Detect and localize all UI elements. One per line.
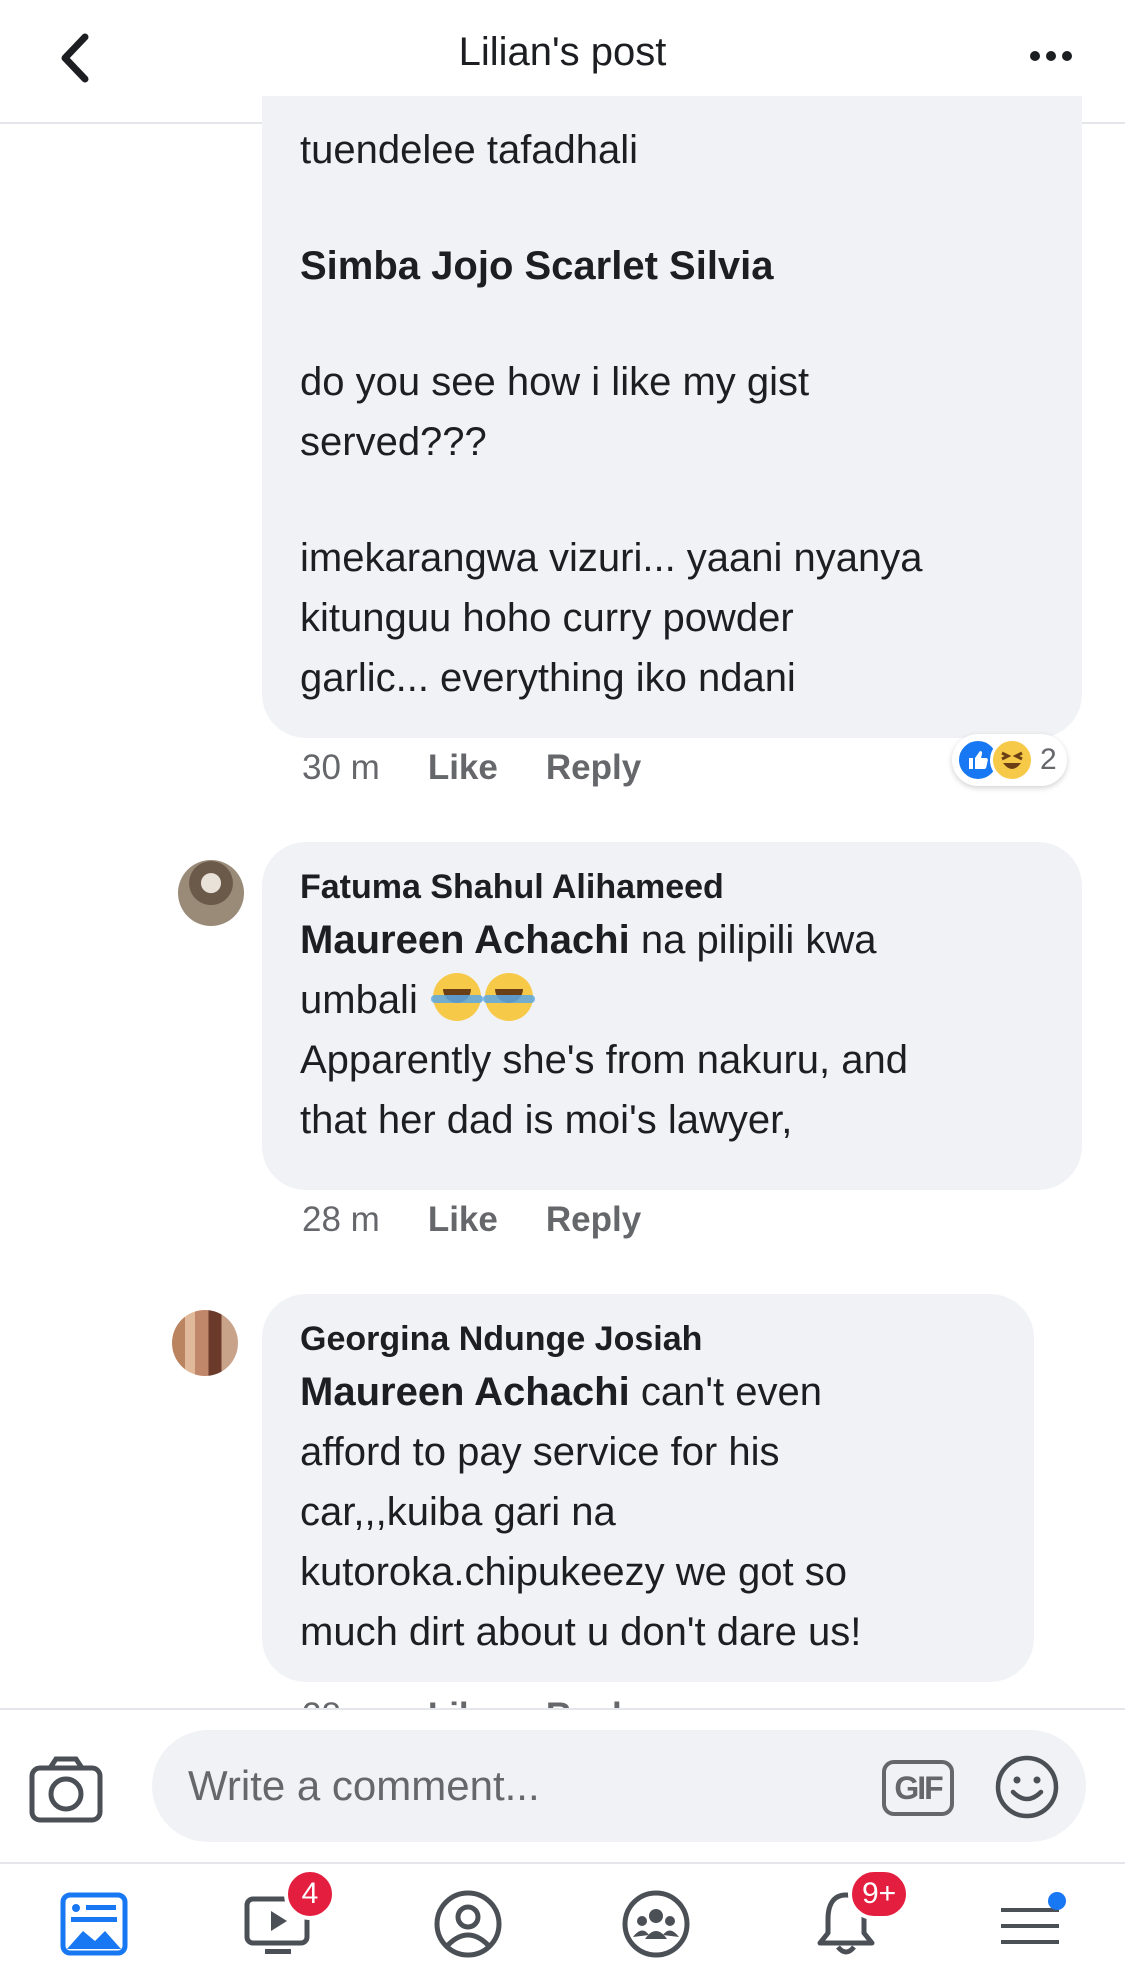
reply-button[interactable]: Reply [546,748,641,788]
more-dot [1046,51,1056,61]
reaction-count: 2 [1040,743,1057,776]
comment-text: Maureen Achachi can't even [300,1370,822,1414]
comment-bubble[interactable]: tuendelee tafadhali Simba Jojo Scarlet S… [262,96,1082,738]
comment-text: kitunguu hoho curry powder [300,596,794,640]
groups-icon [622,1890,690,1958]
comment-text: kutoroka.chipukeezy we got so [300,1550,847,1594]
comment-text: do you see how i like my gist [300,360,810,404]
nav-profile[interactable] [428,1884,508,1964]
nav-groups[interactable] [616,1884,696,1964]
more-dot [1062,51,1072,61]
like-button[interactable]: Like [428,748,498,788]
laughing-tears-emoji-icon [482,973,535,1021]
avatar[interactable] [178,860,244,926]
comment-text: car,,,kuiba gari na [300,1490,616,1534]
nav-news-feed[interactable] [54,1884,134,1964]
comment-composer: GIF [0,1708,1125,1860]
emoji-button[interactable] [994,1754,1060,1820]
comment-author[interactable]: Fatuma Shahul Alihameed [300,864,1044,910]
comment-time: 30 m [302,748,380,787]
camera-icon [29,1756,103,1823]
reactions-summary[interactable]: 2 [952,734,1067,786]
comment-text: Maureen Achachi na pilipili kwa [300,918,877,962]
comment-text: that her dad is moi's lawyer, [300,1098,793,1142]
laughing-tears-emoji-icon [430,973,483,1021]
more-options-button[interactable] [1021,36,1081,76]
bottom-nav: 4 9+ [0,1862,1125,1981]
comment-text: served??? [300,420,487,464]
comment-text: much dirt about u don't dare us! [300,1610,862,1654]
comment-time: 28 m [302,1200,380,1239]
comment-text: afford to pay service for his [300,1430,780,1474]
comment-text: Apparently she's from nakuru, and [300,1038,908,1082]
mention-link[interactable]: Maureen Achachi [300,918,630,962]
reply-button[interactable]: Reply [546,1200,641,1240]
comment-text: tuendelee tafadhali [300,128,639,172]
page-title: Lilian's post [458,30,667,74]
comment-text: Simba Jojo Scarlet Silvia [300,244,774,288]
menu-notification-dot [1048,1892,1066,1910]
comment-meta: 28 m Like Reply [302,1200,641,1240]
comment-bubble[interactable]: Fatuma Shahul Alihameed Maureen Achachi … [262,842,1082,1190]
like-button[interactable]: Like [428,1200,498,1240]
comment-meta: 30 m Like Reply [302,748,641,788]
comment-text: umbali [300,970,1044,1030]
gif-button[interactable]: GIF [882,1760,954,1816]
video-badge: 4 [284,1868,336,1920]
smiley-icon [995,1755,1059,1819]
comment-text: imekarangwa vizuri... yaani nyanya [300,536,923,580]
nav-watch[interactable]: 4 [238,1868,336,1964]
more-dot [1030,51,1040,61]
profile-icon [434,1890,502,1958]
notifications-badge: 9+ [848,1868,911,1920]
avatar[interactable] [172,1310,238,1376]
nav-menu[interactable] [990,1884,1070,1964]
camera-button[interactable] [28,1754,104,1824]
news-feed-icon [60,1892,128,1956]
mention-link[interactable]: Maureen Achachi [300,1370,630,1414]
comment-author[interactable]: Georgina Ndunge Josiah [300,1316,996,1362]
comment-text: garlic... everything iko ndani [300,656,796,700]
comment-bubble[interactable]: Georgina Ndunge Josiah Maureen Achachi c… [262,1294,1034,1682]
haha-reaction-icon [990,738,1034,782]
nav-notifications[interactable]: 9+ [806,1868,911,1964]
